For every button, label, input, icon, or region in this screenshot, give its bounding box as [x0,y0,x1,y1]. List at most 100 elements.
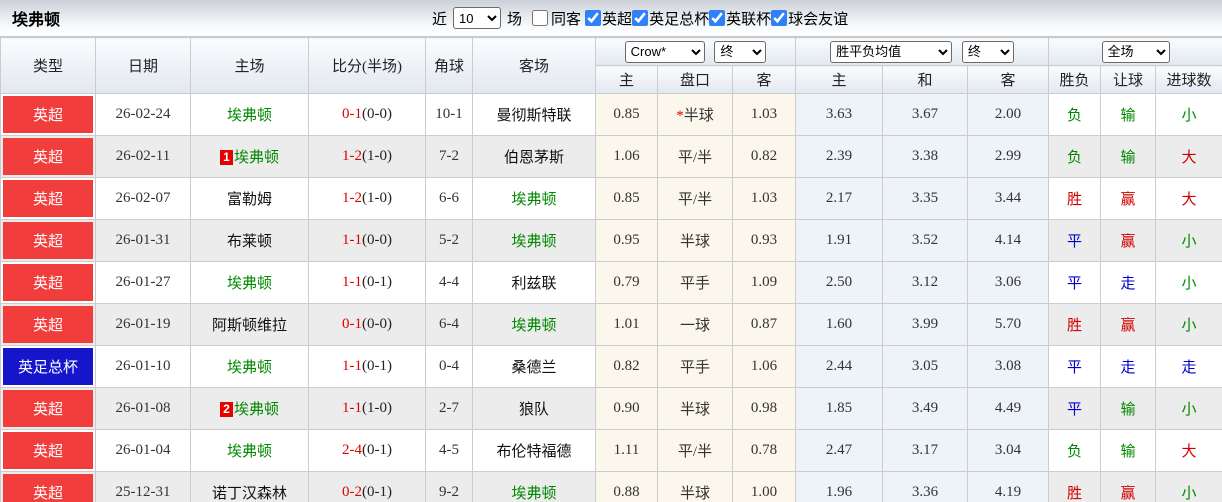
result-goals-cell: 小 [1155,219,1222,262]
avg-draw-cell: 3.38 [882,135,969,178]
avg-away-cell: 4.14 [967,219,1050,262]
title-bar: 埃弗顿 近 10 场 同客 英超 英足总杯 英联杯 球会友谊 [0,0,1222,37]
result-handicap-cell: 输 [1100,429,1157,472]
odds-line-cell: 半球 [657,471,733,502]
type-cell: 英超 [0,135,96,178]
odds-away-cell: 0.87 [731,303,797,346]
corners-cell: 10-1 [425,93,473,136]
result-goals-cell: 大 [1155,177,1222,220]
away-team-name: 狼队 [518,402,549,418]
home-team-name: 埃弗顿 [233,150,279,166]
table-row: 英超 26-01-08 2 埃弗顿 1-1(1-0) 2-7 狼队 0.90 半球 0.98 1.8… [0,387,1222,430]
date-cell: 26-02-24 [95,93,191,136]
result-handicap-cell: 走 [1100,345,1157,388]
halftime-score: (0-1) [362,358,392,374]
league-type-badge: 英超 [3,390,93,427]
home-team-cell: 阿斯顿维拉 [190,303,309,346]
result-handicap-cell: 输 [1100,387,1157,430]
odds-provider-select[interactable]: Crow* [624,40,705,63]
halftime-score: (0-1) [362,484,392,500]
col-header-score: 比分(半场) [308,37,426,94]
home-team-cell: 埃弗顿 [190,429,309,472]
league-filters: 英超 英足总杯 英联杯 球会友谊 [585,8,848,29]
avg-type-select[interactable]: 胜平负均值 [830,40,953,63]
avg-away-cell: 3.06 [967,261,1050,304]
type-cell: 英超 [0,219,96,262]
date-cell: 26-01-19 [95,303,191,346]
result-handicap-cell: 赢 [1100,177,1157,220]
avg-draw-cell: 3.35 [882,177,969,220]
avg-away-cell: 3.08 [967,345,1050,388]
fulltime-score: 0-1 [342,316,362,332]
league-filter-3[interactable]: 球会友谊 [771,8,848,29]
result-wdl-cell: 平 [1048,387,1102,430]
home-team-name: 富勒姆 [226,192,272,208]
date-cell: 25-12-31 [95,471,191,502]
odds-time-select[interactable]: 终 [714,40,767,63]
odds-away-cell: 0.82 [731,135,797,178]
avg-draw-cell: 3.12 [882,261,969,304]
avg-draw-cell: 3.05 [882,345,969,388]
result-goals-cell: 大 [1155,135,1222,178]
result-wdl-cell: 胜 [1048,177,1102,220]
home-team-name: 布莱顿 [226,234,272,250]
home-team-cell: 2 埃弗顿 [190,387,309,430]
type-cell: 英超 [0,471,96,502]
date-cell: 26-02-07 [95,177,191,220]
away-team-name: 埃弗顿 [511,192,557,208]
odds-away-cell: 0.93 [731,219,797,262]
avg-time-select[interactable]: 终 [961,40,1014,63]
date-cell: 26-01-31 [95,219,191,262]
league-filter-checkbox[interactable] [771,10,788,26]
odds-home-cell: 0.88 [595,471,658,502]
league-type-badge: 英超 [3,474,93,502]
league-filter-checkbox[interactable] [709,10,726,26]
odds-line-cell: 半球 [657,219,733,262]
result-wdl-cell: 平 [1048,261,1102,304]
league-filter-checkbox[interactable] [632,10,649,26]
league-filter-label: 英超 [602,11,633,28]
away-team-name: 利兹联 [511,276,557,292]
corners-cell: 6-4 [425,303,473,346]
avg-away-cell: 3.04 [967,429,1050,472]
home-team-cell: 布莱顿 [190,219,309,262]
avg-home-cell: 1.91 [795,219,884,262]
corners-cell: 4-4 [425,261,473,304]
league-filter-2[interactable]: 英联杯 [709,8,771,29]
result-goals-cell: 小 [1155,471,1222,502]
type-cell: 英超 [0,303,96,346]
avg-away-cell: 4.49 [967,387,1050,430]
away-team-cell: 埃弗顿 [472,471,596,502]
date-cell: 26-01-10 [95,345,191,388]
odds-away-cell: 0.78 [731,429,797,472]
result-goals-cell: 大 [1155,429,1222,472]
halftime-score: (1-0) [362,148,392,164]
fulltime-score: 2-4 [342,442,362,458]
corners-cell: 5-2 [425,219,473,262]
league-filter-label: 英足总杯 [649,11,710,28]
league-filter-checkbox[interactable] [585,10,602,26]
same-away-checkbox[interactable] [532,10,549,26]
result-wdl-cell: 平 [1048,345,1102,388]
away-team-cell: 伯恩茅斯 [472,135,596,178]
result-handicap-cell: 输 [1100,135,1157,178]
away-team-cell: 曼彻斯特联 [472,93,596,136]
halftime-score: (0-0) [362,106,392,122]
same-away-label[interactable]: 同客 [551,8,581,29]
halftime-score: (0-1) [362,442,392,458]
odds-line-cell: 一球 [657,303,733,346]
recent-count-select[interactable]: 10 [453,7,502,29]
odds-away-cell: 1.03 [731,93,797,136]
away-team-name: 桑德兰 [511,360,557,376]
group-header-row: 类型 日期 主场 比分(半场) 角球 客场 Crow* 终 胜平负均值 终 全场 [0,37,1222,94]
result-wdl-cell: 负 [1048,135,1102,178]
date-cell: 26-01-27 [95,261,191,304]
league-filter-1[interactable]: 英足总杯 [632,8,709,29]
avg-draw-cell: 3.99 [882,303,969,346]
odds-line-cell: *半球 [657,93,733,136]
odds-away-cell: 1.00 [731,471,797,502]
avg-home-cell: 2.47 [795,429,884,472]
away-team-name: 曼彻斯特联 [496,108,572,124]
league-filter-0[interactable]: 英超 [585,8,632,29]
result-scope-select[interactable]: 全场 [1101,40,1170,63]
